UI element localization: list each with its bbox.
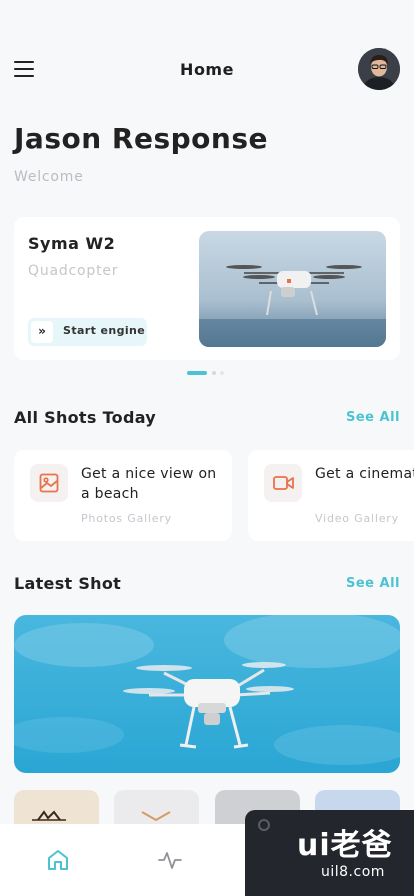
drone-name: Syma W2 xyxy=(28,234,116,253)
app-header: Home xyxy=(0,0,414,110)
activity-icon[interactable] xyxy=(158,848,184,874)
image-icon xyxy=(30,464,68,502)
drone-type: Quadcopter xyxy=(28,263,119,279)
watermark-url: uil8.com xyxy=(321,864,385,880)
featured-drone-card[interactable]: Syma W2 Quadcopter » Start engine xyxy=(14,217,400,360)
latest-shot-title: Latest Shot xyxy=(14,574,122,593)
watermark-badge: ui老爸 uil8.com xyxy=(245,810,414,896)
latest-shot-photo[interactable] xyxy=(14,615,400,773)
drone-photo xyxy=(199,231,386,347)
pager-dot[interactable] xyxy=(212,371,216,375)
shot-card-videos[interactable]: Get a cinematic video to Video Gallery xyxy=(248,450,414,541)
all-shots-see-all-link[interactable]: See All xyxy=(346,410,400,425)
pager-dot-active[interactable] xyxy=(187,371,207,375)
pager-dot[interactable] xyxy=(220,371,224,375)
avatar[interactable] xyxy=(358,48,400,90)
start-engine-label: Start engine xyxy=(63,324,146,337)
shot-card-title: Get a cinematic video to xyxy=(315,466,414,482)
home-icon[interactable] xyxy=(46,848,72,874)
watermark-dot xyxy=(258,819,270,831)
shot-card-subtitle: Video Gallery xyxy=(315,512,399,525)
latest-shot-see-all-link[interactable]: See All xyxy=(346,576,400,591)
double-chevron-right-icon: » xyxy=(31,321,53,343)
all-shots-title: All Shots Today xyxy=(14,408,157,427)
shot-card-title: Get a nice view on a beach xyxy=(81,466,217,502)
shot-card-photos[interactable]: Get a nice view on a beach Photos Galler… xyxy=(14,450,232,541)
start-engine-button[interactable]: » Start engine xyxy=(28,318,147,346)
video-camera-icon xyxy=(264,464,302,502)
watermark-logo: ui老爸 xyxy=(297,828,393,863)
page-title: Home xyxy=(180,60,234,79)
welcome-text: Welcome xyxy=(14,169,84,185)
shot-card-subtitle: Photos Gallery xyxy=(81,512,172,525)
user-name-heading: Jason Response xyxy=(14,122,268,155)
